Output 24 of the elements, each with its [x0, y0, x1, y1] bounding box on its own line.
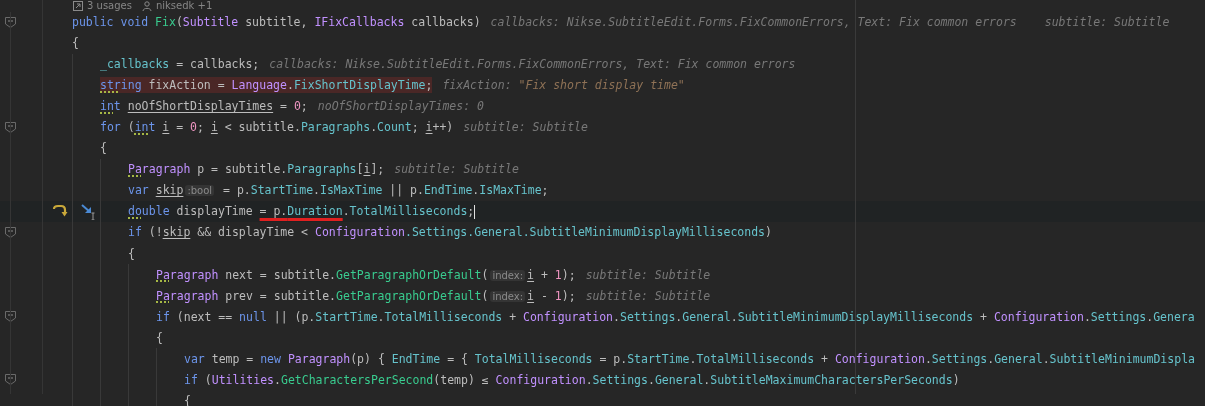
code-line: Paragraph next = subtitle.GetParagraphOrDefault( index: i + 1); subtitle: Subtitle	[156, 266, 711, 283]
code-line: int noOfShortDisplayTimes = 0; noOfShortDisplayTimes: 0	[100, 98, 484, 115]
jump-arrow-icon	[73, 0, 83, 11]
code-line: var temp = new Paragraph(p) { EndTime = { TotalMilliseconds = p.StartTime.TotalMilliseconds + Configuration.Settings.General.SubtitleMinimumDispla	[184, 350, 1195, 367]
code-line: {	[128, 245, 135, 262]
code-line: {	[156, 329, 163, 346]
code-line: if (!skip && displayTime < Configuration.Settings.General.SubtitleMinimumDisplayMilliseconds)	[128, 224, 772, 241]
author-link[interactable]: niksedk +1	[141, 0, 213, 11]
code-line: Paragraph p = subtitle.Paragraphs[i]; subtitle: Subtitle	[128, 161, 519, 178]
code-line: public void Fix(Subtitle subtitle, IFixCallbacks callbacks) callbacks: Nikse.SubtitleEdit.Forms.FixCommonErrors, Text: Fix common errors subtitle: Subtitle	[72, 14, 1170, 30]
code-line: {	[184, 392, 191, 406]
code-line: if (next == null || (p.StartTime.TotalMilliseconds + Configuration.Settings.General.SubtitleMinimumDisplayMilliseconds + Configuration.Settings.Genera	[156, 308, 1195, 325]
code-line: Paragraph prev = subtitle.GetParagraphOrDefault( index: i - 1); subtitle: Subtitle	[156, 287, 711, 304]
code-line: _callbacks = callbacks; callbacks: Nikse.SubtitleEdit.Forms.FixCommonErrors, Text: Fix common errors	[100, 56, 796, 73]
code-line: if (Utilities.GetCharactersPerSecond(temp) ≤ Configuration.Settings.General.SubtitleMaximumCharactersPerSeconds)	[184, 371, 960, 388]
person-icon	[141, 0, 152, 11]
code-line: for (int i = 0; i < subtitle.Paragraphs.Count; i++) subtitle: Subtitle	[100, 119, 588, 136]
usages-link[interactable]: 3 usages	[73, 0, 132, 11]
code-line: string fixAction = Language.FixShortDisplayTime; fixAction: "Fix short display time"	[100, 77, 685, 94]
code-line: var skip :bool = p.StartTime.IsMaxTime || p.EndTime.IsMaxTime;	[128, 182, 549, 199]
code-line: {	[100, 140, 107, 157]
code-line: double displayTime = p.Duration.TotalMilliseconds;	[128, 203, 476, 220]
code-line: {	[72, 35, 79, 52]
step-arrow-icon[interactable]	[52, 203, 68, 219]
